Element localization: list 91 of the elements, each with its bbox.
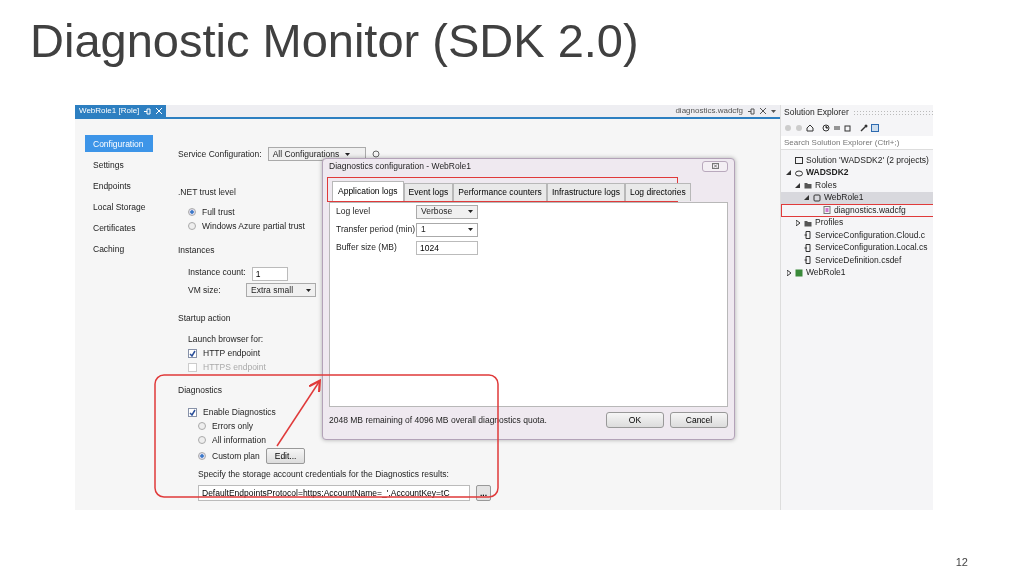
- dialog-button[interactable]: OK: [606, 412, 664, 428]
- checkbox[interactable]: [188, 407, 197, 417]
- configuration-dropdown[interactable]: All Configurations: [267, 147, 366, 161]
- option-label: HTTPS endpoint: [203, 360, 266, 374]
- radio-button[interactable]: [198, 452, 206, 460]
- wrench-icon: [860, 123, 868, 132]
- caret-icon: [771, 109, 776, 113]
- dialog-button[interactable]: Cancel: [670, 412, 728, 428]
- caret-icon: [468, 210, 473, 214]
- option-label: Custom plan: [212, 449, 260, 463]
- section-heading: .NET trust level: [178, 185, 236, 199]
- project-icon: [795, 268, 803, 277]
- home-icon: [806, 123, 814, 132]
- history-icon: [822, 123, 830, 132]
- view-icon: [871, 123, 879, 132]
- file-icon: [804, 243, 812, 252]
- nav-item[interactable]: Caching: [85, 240, 153, 257]
- tree-item[interactable]: Profiles: [781, 216, 933, 229]
- close-icon[interactable]: [702, 160, 728, 172]
- nav-item[interactable]: Settings: [85, 156, 153, 173]
- annotation-arrow: [276, 379, 321, 447]
- field-label: Instance count:: [188, 265, 246, 279]
- count-field[interactable]: 1: [251, 267, 288, 281]
- dialog-tab[interactable]: Event logs: [403, 183, 454, 201]
- text-field[interactable]: 1024: [416, 240, 478, 255]
- vm-size-dropdown[interactable]: Extra small: [246, 283, 316, 297]
- back-icon: [784, 123, 792, 132]
- search-field[interactable]: Search Solution Explorer (Ctrl+;): [781, 136, 933, 150]
- pin-icon: [144, 107, 152, 115]
- tree-item[interactable]: ServiceConfiguration.Cloud.c: [781, 229, 933, 242]
- forward-icon: [795, 123, 803, 132]
- option-label: HTTP endpoint: [203, 346, 260, 360]
- tree-item[interactable]: Solution 'WADSDK2' (2 projects): [781, 154, 933, 167]
- dropdown-field[interactable]: Verbose: [416, 204, 478, 219]
- option-label: Enable Diagnostics: [203, 405, 276, 419]
- document-tab[interactable]: diagnostics.wadcfg: [671, 105, 780, 117]
- checkbox[interactable]: [188, 348, 197, 358]
- dialog-tab[interactable]: Performance counters: [453, 183, 547, 201]
- field-label: Buffer size (MB): [336, 241, 398, 255]
- slide-title: Diagnostic Monitor (SDK 2.0): [29, 13, 640, 69]
- solution-icon: [795, 156, 803, 165]
- edit-button[interactable]: Edit...: [265, 448, 306, 464]
- cloud-icon: [795, 168, 803, 177]
- field-label: Transfer period (min): [336, 223, 416, 237]
- option-label: All information: [212, 433, 266, 447]
- folder-icon: [804, 218, 812, 227]
- section-heading: Instances: [178, 243, 215, 257]
- option-label: Full trust: [202, 205, 235, 219]
- field-label: Specify the storage account credentials for the Diagnostics results:: [198, 467, 449, 481]
- radio-button[interactable]: [188, 222, 196, 230]
- section-heading: Startup action: [178, 311, 231, 325]
- field-label: Service Configuration:: [178, 147, 262, 161]
- option-label: Windows Azure partial trust: [202, 219, 305, 233]
- caret-icon: [468, 228, 473, 232]
- document-tab[interactable]: WebRole1 [Role]: [75, 105, 167, 117]
- dialog-tab[interactable]: Application logs: [332, 181, 404, 201]
- radio-button[interactable]: [198, 436, 206, 444]
- dropdown-field[interactable]: 1: [416, 222, 478, 237]
- tree-item[interactable]: WebRole1: [781, 191, 933, 204]
- copy-icon: [844, 123, 852, 132]
- pin-icon: [748, 107, 755, 115]
- caret-icon: [306, 288, 311, 292]
- tree-item[interactable]: diagnostics.wadcfg: [781, 204, 933, 217]
- tree-item[interactable]: ServiceDefinition.csdef: [781, 254, 933, 267]
- nav-item[interactable]: Endpoints: [85, 177, 153, 194]
- dialog-title: Diagnostics configuration - WebRole1: [329, 159, 472, 173]
- tree-item[interactable]: Roles: [781, 179, 933, 192]
- option-label: Errors only: [212, 419, 254, 433]
- close-icon: [156, 108, 163, 114]
- close-icon: [760, 108, 766, 114]
- tree-item[interactable]: ServiceConfiguration.Local.cs: [781, 241, 933, 254]
- tree-item[interactable]: WebRole1: [781, 266, 933, 279]
- dialog-tab[interactable]: Infrastructure logs: [546, 183, 625, 201]
- page-number: 12: [955, 554, 968, 570]
- folder-icon: [804, 181, 812, 190]
- nav-item[interactable]: Certificates: [85, 219, 153, 236]
- field-label: VM size:: [188, 283, 222, 297]
- section-heading: Diagnostics: [178, 383, 222, 397]
- tree-item[interactable]: WADSDK2: [781, 166, 933, 179]
- radio-button[interactable]: [188, 208, 196, 216]
- field-label: Launch browser for:: [188, 332, 264, 346]
- field-label: Log level: [336, 205, 372, 219]
- nav-item[interactable]: Local Storage: [85, 198, 153, 215]
- panel-title: Solution Explorer: [784, 105, 849, 119]
- file-icon: [804, 231, 812, 240]
- caret-icon: [345, 152, 351, 156]
- radio-button[interactable]: [198, 422, 206, 430]
- dialog-tab[interactable]: Log directories: [624, 183, 691, 201]
- role-icon: [813, 193, 821, 202]
- file-icon: [804, 256, 812, 265]
- config-icon: [823, 206, 831, 215]
